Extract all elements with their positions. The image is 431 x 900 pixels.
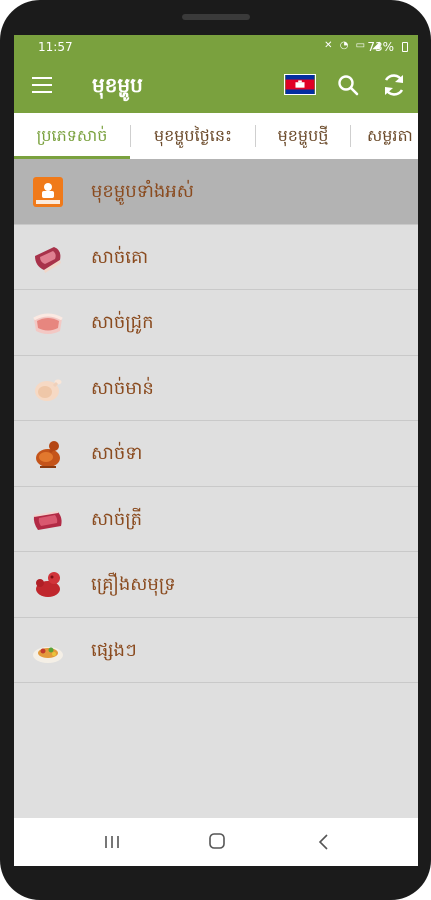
menu-icon[interactable]: [32, 77, 52, 93]
category-list: មុខម្ហូបទាំងអស់ សាច់គោ សាច់ជ្រូក សាច់មាន…: [14, 159, 418, 683]
battery-percent: 73%: [367, 40, 394, 54]
phone-speaker: [182, 14, 250, 20]
list-item-label: ផ្សេងៗ: [91, 639, 137, 661]
tab-bar: ប្រភេទសាច់ មុខម្ហូបថ្ងៃនេះ មុខម្ហូបថ្មី …: [14, 113, 418, 159]
app-bar: មុខម្ហូប: [14, 59, 418, 113]
status-time: 11:57: [38, 40, 73, 54]
wifi-icon: ◔: [339, 40, 351, 51]
list-item-label: សាច់ជ្រូក: [91, 312, 154, 333]
duck-icon: [36, 441, 60, 468]
list-item-all-dishes[interactable]: មុខម្ហូបទាំងអស់: [14, 159, 418, 225]
back-icon[interactable]: [317, 833, 329, 851]
list-item-label: សាច់មាន់: [91, 377, 154, 399]
list-item-label: សាច់ទា: [91, 443, 143, 464]
mute-icon: ✕: [324, 40, 335, 51]
lte-icon: ▭: [355, 40, 368, 51]
status-bar: 11:57 ✕ ◔ ▭ ◢ 73%: [14, 35, 418, 59]
list-item-chicken[interactable]: សាច់មាន់: [14, 355, 418, 421]
list-item-fish[interactable]: សាច់ត្រី: [14, 486, 418, 552]
list-item-label: មុខម្ហូបទាំងអស់: [91, 181, 194, 202]
chicken-icon: [35, 379, 62, 401]
search-icon[interactable]: [336, 73, 360, 97]
cambodia-flag-icon[interactable]: [284, 74, 316, 95]
fish-icon: [33, 510, 62, 530]
tab-new-menu[interactable]: មុខម្ហូបថ្មី: [256, 113, 350, 159]
tab-today-menu[interactable]: មុខម្ហូបថ្ងៃនេះ: [131, 113, 255, 159]
tab-meat-types[interactable]: ប្រភេទសាច់: [14, 113, 130, 159]
seafood-icon: [36, 572, 60, 597]
list-item-beef[interactable]: សាច់គោ: [14, 224, 418, 290]
battery-icon: [402, 42, 408, 52]
other-dishes-icon: [33, 646, 63, 663]
beef-icon: [35, 246, 61, 273]
all-dishes-icon: [33, 177, 63, 207]
refresh-icon[interactable]: [381, 72, 407, 98]
app-title: មុខម្ហូប: [92, 73, 143, 97]
tab-soups[interactable]: សម្លរតា: [351, 113, 418, 159]
list-item-seafood[interactable]: គ្រឿងសមុទ្រ: [14, 552, 418, 618]
system-nav-bar: [14, 818, 418, 866]
list-item-duck[interactable]: សាច់ទា: [14, 421, 418, 487]
list-item-label: សាច់ត្រី: [91, 508, 143, 530]
pork-icon: [33, 313, 63, 334]
list-item-label: សាច់គោ: [91, 246, 149, 268]
phone-frame: 11:57 ✕ ◔ ▭ ◢ 73% មុខម្ហូប ប្រភេទសាច់ មុ…: [0, 0, 431, 900]
recents-icon[interactable]: [104, 835, 120, 849]
list-item-label: គ្រឿងសមុទ្រ: [91, 574, 176, 595]
list-item-other-dishes[interactable]: ផ្សេងៗ: [14, 617, 418, 683]
home-icon[interactable]: [209, 833, 225, 849]
screen: 11:57 ✕ ◔ ▭ ◢ 73% មុខម្ហូប ប្រភេទសាច់ មុ…: [14, 35, 418, 866]
list-item-pork[interactable]: សាច់ជ្រូក: [14, 290, 418, 356]
